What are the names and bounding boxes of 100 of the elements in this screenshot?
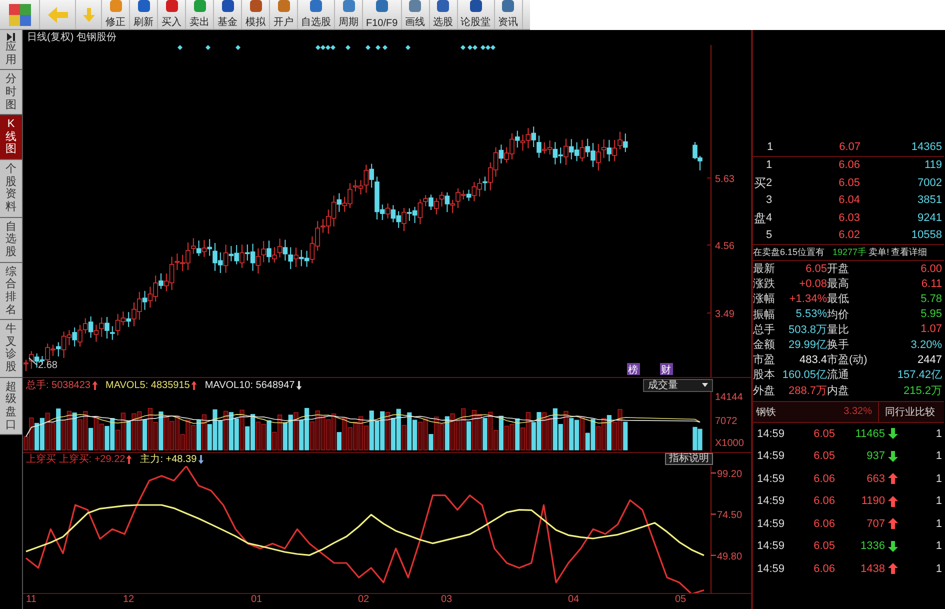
tick-count: 1	[934, 428, 942, 440]
stat-value: 288.7万	[787, 384, 827, 398]
tick-count: 1	[934, 562, 942, 575]
stat-value: 157.42亿	[896, 368, 942, 382]
tick-count: 1	[934, 540, 942, 552]
tick-count: 1	[934, 518, 942, 530]
order-level: 5	[766, 229, 774, 242]
toolbar-icon	[248, 0, 262, 12]
indicator-axis-label: 74.50	[717, 510, 742, 521]
notice-text: 在卖盘6.15位置有	[753, 246, 825, 259]
toolbar-icon	[501, 0, 516, 12]
date-axis-label: 01	[251, 594, 262, 606]
toolbar-button[interactable]: 周期	[335, 0, 363, 29]
sidebar-tab[interactable]: 个股资料	[0, 160, 22, 218]
toolbar-icon	[309, 0, 323, 12]
event-tag[interactable]: 榜	[627, 362, 640, 376]
buy-side-label: 买盘	[754, 174, 766, 226]
stat-label: 最高	[827, 276, 850, 292]
tick-volume: 1336	[860, 540, 885, 552]
toolbar-button[interactable]: 自选股	[298, 0, 335, 29]
date-axis-label: 12	[123, 594, 134, 606]
buy-price: 6.04	[838, 194, 860, 206]
buy-volume: 7002	[916, 176, 942, 189]
toolbar-button[interactable]: 修正	[102, 0, 130, 29]
chart-title: 日线(复权) 包钢股份	[26, 30, 118, 45]
indicator-select[interactable]: 成交量	[643, 378, 713, 392]
toolbar-icon	[164, 0, 178, 12]
stat-value: 5.53%	[794, 308, 827, 320]
sell-volume: 14365	[910, 140, 942, 153]
toolbar-button[interactable]: 刷新	[130, 0, 158, 29]
toolbar-button[interactable]: 资讯	[494, 0, 523, 29]
tick-count: 1	[934, 450, 942, 462]
tick-time: 14:59	[757, 495, 786, 508]
arrow-down-icon	[82, 8, 94, 22]
date-axis-label: 11	[26, 594, 36, 606]
date-axis-label: 03	[441, 594, 452, 606]
tick-count: 1	[934, 472, 942, 485]
buy-price: 6.05	[838, 176, 860, 189]
toolbar-button[interactable]: 模拟	[242, 0, 270, 29]
toolbar-icon	[408, 0, 422, 12]
toolbar-button[interactable]: 卖出	[186, 0, 214, 29]
tick-price: 6.05	[812, 428, 835, 440]
toolbar-button[interactable]: 基金	[214, 0, 242, 29]
sidebar-tab[interactable]: 自选股	[0, 218, 22, 263]
stat-label: 总手	[753, 322, 776, 337]
order-level: 1	[767, 140, 774, 153]
toolbar-button[interactable]: F10/F9	[363, 0, 402, 29]
stat-label: 股本	[753, 368, 776, 382]
indicator-help-button[interactable]: 指标说明	[665, 453, 713, 466]
sidebar-tab[interactable]: 分时图	[0, 70, 22, 116]
caret-icon	[702, 383, 708, 388]
toolbar-button[interactable]: 开户	[270, 0, 298, 29]
buy-price: 6.02	[838, 229, 860, 242]
stat-label: 涨幅	[753, 292, 776, 306]
notice-text: 卖单!	[868, 246, 890, 259]
industry-name: 钢铁	[755, 406, 777, 419]
toolbar-button[interactable]: 买入	[158, 0, 186, 29]
stat-value: 503.8万	[787, 322, 827, 337]
stat-value: +1.34%	[788, 292, 827, 305]
stat-value: 215.2万	[902, 384, 942, 398]
price-axis-label: 3.49	[715, 308, 734, 320]
arrow-down-icon	[296, 380, 302, 390]
tick-time: 14:59	[757, 518, 786, 530]
tick-price: 6.05	[812, 450, 835, 462]
event-tag[interactable]: 财	[660, 362, 673, 376]
arrow-left-icon	[48, 6, 68, 22]
indicator-axis-label: 49.80	[717, 551, 742, 562]
buy-volume: 3851	[916, 194, 942, 206]
volume-legend: MAVOL10: 5648947	[204, 380, 302, 391]
stat-label: 金额	[753, 338, 776, 352]
toolbar-button[interactable]: 画线	[402, 0, 430, 29]
tick-time: 14:59	[757, 472, 786, 485]
tick-price: 6.06	[812, 562, 835, 575]
sidebar-tab[interactable]: 综合排名	[0, 262, 22, 320]
tick-price: 6.05	[812, 540, 835, 552]
stat-value: 6.05	[804, 262, 827, 275]
toolbar-icon	[436, 0, 450, 12]
sidebar-tab[interactable]: 牛叉诊股	[0, 320, 22, 378]
toolbar-button[interactable]: 论股堂	[458, 0, 495, 29]
buy-volume: 119	[923, 159, 942, 172]
stat-label: 均价	[827, 308, 850, 322]
price-axis-label: 5.63	[715, 174, 734, 185]
sidebar-tab[interactable]: 应用	[0, 30, 22, 70]
tick-volume: 1438	[860, 562, 885, 575]
stat-value: 2447	[916, 354, 942, 366]
buy-price: 6.03	[838, 212, 860, 224]
sidebar-tab[interactable]: K线图	[0, 115, 22, 160]
industry-compare-button[interactable]: 同行业比较	[878, 402, 941, 422]
indicator-axis-label: 99.20	[717, 468, 742, 480]
stat-label: 流通	[827, 368, 850, 382]
volume-axis-label: 14144	[715, 392, 743, 404]
details-link[interactable]: 查看详细	[891, 246, 928, 259]
toolbar-button[interactable]: 选股	[430, 0, 458, 29]
tick-time: 14:59	[757, 562, 786, 575]
sidebar-tab[interactable]: 超级盘口	[0, 378, 22, 436]
order-level: 2	[766, 176, 774, 189]
tick-count: 1	[934, 495, 942, 508]
toolbar-icon	[220, 0, 234, 12]
stat-label: 最低	[827, 292, 850, 306]
tick-volume: 663	[866, 472, 885, 485]
